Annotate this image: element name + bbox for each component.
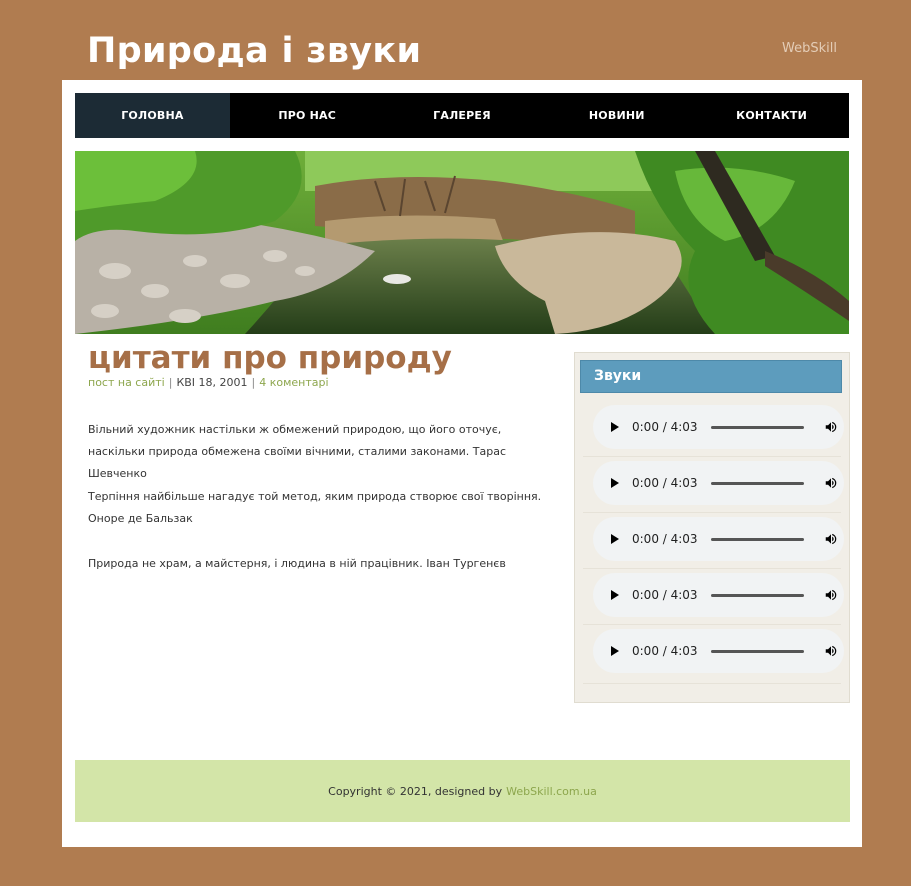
main-nav: ГОЛОВНА ПРО НАС ГАЛЕРЕЯ НОВИНИ КОНТАКТИ <box>75 93 849 138</box>
quote-paragraph: Вільний художник настільки ж обмежений п… <box>88 423 507 480</box>
nav-item-contacts[interactable]: КОНТАКТИ <box>694 93 849 138</box>
meta-separator: | <box>251 376 256 389</box>
sounds-sidebar: Звуки 0:00 / 4:03 0:00 / 4:03 0:00 / 4:0… <box>574 352 850 703</box>
post-author-link[interactable]: пост на сайті <box>88 376 165 389</box>
quote-paragraph: Терпіння найбільше нагадує той метод, як… <box>88 490 542 525</box>
audio-time: 0:00 / 4:03 <box>632 532 698 546</box>
play-icon[interactable] <box>611 422 619 432</box>
audio-player[interactable]: 0:00 / 4:03 <box>593 573 844 617</box>
post-title: цитати про природу <box>88 340 452 376</box>
content-wrapper: ГОЛОВНА ПРО НАС ГАЛЕРЕЯ НОВИНИ КОНТАКТИ <box>62 80 862 847</box>
volume-icon[interactable] <box>824 420 838 434</box>
nav-item-about[interactable]: ПРО НАС <box>230 93 385 138</box>
nav-item-news[interactable]: НОВИНИ <box>539 93 694 138</box>
nav-item-home[interactable]: ГОЛОВНА <box>75 93 230 138</box>
site-title: Природа і звуки <box>87 31 422 71</box>
post-comments-link[interactable]: 4 коментарі <box>259 376 328 389</box>
divider <box>583 624 841 625</box>
footer-link[interactable]: WebSkill.com.ua <box>506 785 597 798</box>
volume-icon[interactable] <box>824 588 838 602</box>
audio-progress-slider[interactable] <box>710 593 804 597</box>
audio-progress-slider[interactable] <box>710 425 804 429</box>
audio-progress-slider[interactable] <box>710 481 804 485</box>
divider <box>583 512 841 513</box>
audio-time: 0:00 / 4:03 <box>632 476 698 490</box>
nature-banner-image <box>75 151 849 334</box>
post-date: КВІ 18, 2001 <box>176 376 248 389</box>
footer-copyright: Copyright © 2021, designed by <box>328 784 503 798</box>
footer: Copyright © 2021, designed by WebSkill.c… <box>75 760 850 822</box>
volume-icon[interactable] <box>824 532 838 546</box>
audio-time: 0:00 / 4:03 <box>632 420 698 434</box>
volume-icon[interactable] <box>824 476 838 490</box>
audio-time: 0:00 / 4:03 <box>632 644 698 658</box>
brand-link[interactable]: WebSkill <box>782 41 837 56</box>
play-icon[interactable] <box>611 478 619 488</box>
audio-progress-slider[interactable] <box>710 649 804 653</box>
divider <box>583 683 841 684</box>
nav-item-gallery[interactable]: ГАЛЕРЕЯ <box>385 93 540 138</box>
audio-player[interactable]: 0:00 / 4:03 <box>593 629 844 673</box>
audio-player[interactable]: 0:00 / 4:03 <box>593 517 844 561</box>
play-icon[interactable] <box>611 590 619 600</box>
play-icon[interactable] <box>611 534 619 544</box>
audio-player[interactable]: 0:00 / 4:03 <box>593 461 844 505</box>
audio-player[interactable]: 0:00 / 4:03 <box>593 405 844 449</box>
audio-time: 0:00 / 4:03 <box>632 588 698 602</box>
play-icon[interactable] <box>611 646 619 656</box>
volume-icon[interactable] <box>824 644 838 658</box>
sidebar-title: Звуки <box>580 360 842 393</box>
quote-paragraph: Природа не храм, а майстерня, і людина в… <box>88 557 506 570</box>
divider <box>583 568 841 569</box>
audio-progress-slider[interactable] <box>710 537 804 541</box>
divider <box>583 456 841 457</box>
meta-separator: | <box>168 376 173 389</box>
post-meta: пост на сайті | КВІ 18, 2001 | 4 коментарі <box>88 376 329 389</box>
